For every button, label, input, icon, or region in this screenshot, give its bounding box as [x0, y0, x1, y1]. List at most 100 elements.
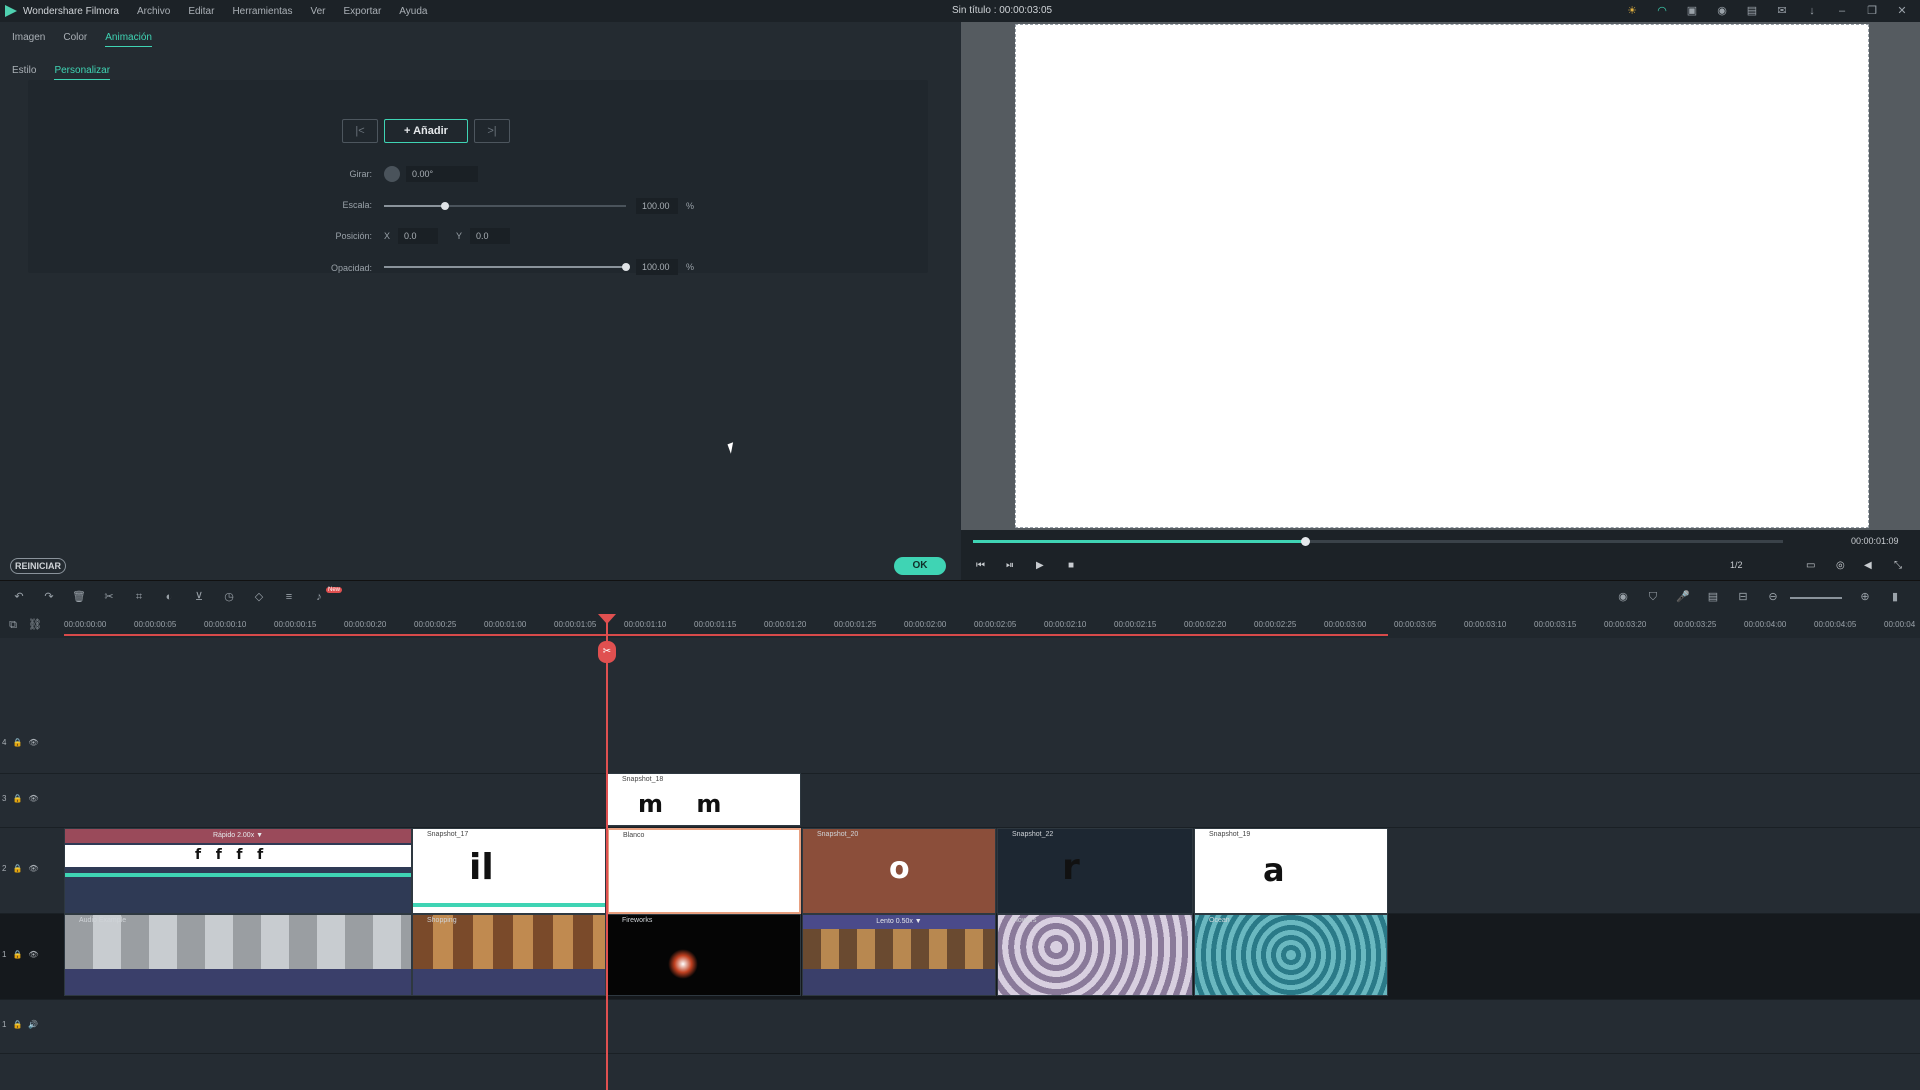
eye-icon[interactable]: 👁 — [28, 950, 38, 959]
keyframe-icon[interactable]: ◇ — [252, 590, 266, 604]
stop-icon[interactable]: ■ — [1068, 560, 1074, 571]
delete-icon[interactable]: 🗑 — [72, 590, 86, 604]
headset-icon[interactable]: ◠ — [1654, 3, 1670, 19]
clip-snapshot-19[interactable]: Snapshot_19 a — [1194, 828, 1388, 914]
speaker-icon[interactable]: 🔊 — [28, 1020, 38, 1029]
tab-personalizar[interactable]: Personalizar — [54, 65, 111, 80]
cut-icon[interactable]: ✂ — [102, 590, 116, 604]
rotate-input[interactable]: 0.00° — [406, 166, 478, 182]
add-track-icon[interactable]: ⧉ — [6, 618, 20, 632]
clip-name: Snapshot_18 — [622, 776, 664, 783]
reset-button[interactable]: REINICIAR — [10, 558, 67, 574]
eye-icon[interactable]: 👁 — [28, 794, 38, 803]
account-icon[interactable]: ◉ — [1714, 3, 1730, 19]
quality-select[interactable]: 1/2 — [1730, 560, 1743, 570]
lock-icon[interactable]: 🔒 — [12, 738, 22, 747]
tab-estilo[interactable]: Estilo — [12, 65, 36, 80]
redo-icon[interactable]: ↷ — [42, 590, 56, 604]
lock-icon[interactable]: 🔒 — [12, 794, 22, 803]
idea-icon[interactable]: ☀ — [1624, 3, 1640, 19]
color-icon[interactable]: ◐ — [162, 590, 176, 604]
clip-ocean[interactable]: Ocean — [1194, 914, 1388, 996]
clip-fast[interactable]: Rápido 2.00x ▼ f f f f — [64, 828, 412, 914]
mic-icon[interactable]: 🎤 — [1676, 590, 1690, 604]
pos-x-input[interactable]: 0.0 — [398, 228, 438, 244]
download-icon[interactable]: ↓ — [1804, 3, 1820, 19]
rotate-dial[interactable] — [384, 166, 400, 182]
clip-shopping[interactable]: Shopping — [412, 914, 606, 996]
panel-toggle-icon[interactable]: ▮ — [1888, 590, 1902, 604]
minimize-icon[interactable]: – — [1834, 3, 1850, 19]
undo-icon[interactable]: ↶ — [12, 590, 26, 604]
clip-name: Shopping — [427, 917, 457, 924]
scale-slider-knob[interactable] — [440, 202, 449, 210]
menu-exportar[interactable]: Exportar — [344, 6, 382, 17]
mail-icon[interactable]: ✉ — [1774, 3, 1790, 19]
eye-icon[interactable]: 👁 — [28, 864, 38, 873]
clip-snapshot-22[interactable]: Snapshot_22 r — [997, 828, 1193, 914]
lock-icon[interactable]: 🔒 — [12, 950, 22, 959]
clip-blanco[interactable]: Blanco — [607, 828, 801, 914]
voiceover-icon[interactable]: ▤ — [1706, 590, 1720, 604]
prev-keyframe-button[interactable]: |< — [342, 119, 378, 143]
lock-icon[interactable]: 🔒 — [12, 864, 22, 873]
clip-snapshot-17[interactable]: Snapshot_17 il — [412, 828, 606, 914]
restore-icon[interactable]: ❐ — [1864, 3, 1880, 19]
clip-slow[interactable]: Lento 0.50x ▼ — [802, 914, 996, 996]
ruler-tick-label: 00:00:02:25 — [1254, 620, 1297, 629]
monitor-icon[interactable]: ▭ — [1806, 560, 1815, 571]
split-icon[interactable]: ⊻ — [192, 590, 206, 604]
zoom-in-icon[interactable]: ⊕ — [1858, 590, 1872, 604]
menu-archivo[interactable]: Archivo — [137, 6, 170, 17]
clip-flowers[interactable]: Flowers — [997, 914, 1193, 996]
clip-snapshot-20[interactable]: Snapshot_20 o — [802, 828, 996, 914]
add-keyframe-button[interactable]: + Añadir — [384, 119, 468, 143]
audio-icon[interactable]: ♪ — [312, 590, 326, 604]
fullscreen-icon[interactable]: ⤡ — [1894, 560, 1902, 571]
play-icon[interactable]: ▶ — [1036, 560, 1044, 571]
scale-input[interactable]: 100.00 — [636, 198, 678, 214]
clip-snapshot-18[interactable]: Snapshot_18 m m — [607, 773, 801, 826]
save-icon[interactable]: ▤ — [1744, 3, 1760, 19]
new-badge: New — [326, 587, 343, 593]
pos-y-input[interactable]: 0.0 — [470, 228, 510, 244]
render-icon[interactable]: ◉ — [1616, 590, 1630, 604]
clip-fireworks[interactable]: Fireworks — [607, 914, 801, 996]
clip-audio-example[interactable]: Audio Example — [64, 914, 412, 996]
ruler-tick-label: 00:00:00:15 — [274, 620, 317, 629]
close-icon[interactable]: ✕ — [1894, 3, 1910, 19]
tab-color[interactable]: Color — [63, 32, 87, 47]
lock-icon[interactable]: 🔒 — [12, 1020, 22, 1029]
menu-editar[interactable]: Editar — [188, 6, 214, 17]
snapshot-icon[interactable]: ◎ — [1836, 560, 1845, 571]
scale-slider-fill — [384, 205, 445, 207]
pos-x-label: X — [384, 231, 391, 241]
link-icon[interactable]: ⛓ — [28, 618, 42, 632]
scissors-icon[interactable]: ✂ — [598, 641, 616, 663]
tab-imagen[interactable]: Imagen — [12, 32, 45, 47]
menu-herramientas[interactable]: Herramientas — [232, 6, 292, 17]
play-frame-icon[interactable]: ⏯ — [1006, 560, 1014, 571]
gift-icon[interactable]: ▣ — [1684, 3, 1700, 19]
speed-icon[interactable]: ◷ — [222, 590, 236, 604]
opacity-slider-knob[interactable] — [622, 263, 630, 271]
preview-canvas[interactable] — [1015, 24, 1869, 528]
volume-icon[interactable]: ◀ — [1864, 560, 1872, 571]
zoom-slider[interactable] — [1790, 597, 1842, 599]
adjust-icon[interactable]: ≡ — [282, 590, 296, 604]
ruler-tick-label: 00:00:00:05 — [134, 620, 177, 629]
step-back-icon[interactable]: ⏮ — [976, 560, 985, 571]
opacity-input[interactable]: 100.00 — [636, 259, 678, 275]
menu-ver[interactable]: Ver — [310, 6, 325, 17]
marker-icon[interactable]: ⛉ — [1646, 590, 1660, 604]
next-keyframe-button[interactable]: >| — [474, 119, 510, 143]
snap-icon[interactable]: ⊟ — [1736, 590, 1750, 604]
clip-name: Blanco — [623, 832, 645, 839]
tab-animacion[interactable]: Animación — [105, 32, 152, 47]
zoom-out-icon[interactable]: ⊖ — [1766, 590, 1780, 604]
crop-icon[interactable]: ⌗ — [132, 590, 146, 604]
eye-icon[interactable]: 👁 — [28, 738, 38, 747]
menu-ayuda[interactable]: Ayuda — [399, 6, 427, 17]
playhead-line[interactable] — [606, 614, 608, 1090]
ok-button[interactable]: OK — [894, 557, 946, 575]
